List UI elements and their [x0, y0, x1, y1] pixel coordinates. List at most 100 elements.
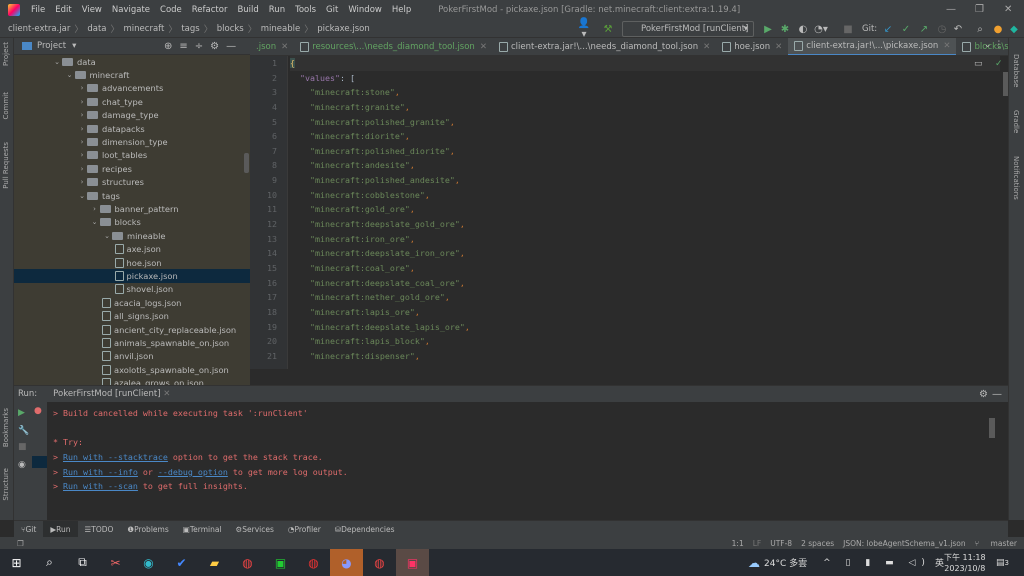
run-icon[interactable]: ▶ — [760, 21, 776, 37]
tree-item[interactable]: ancient_city_replaceable.json — [14, 323, 250, 336]
editor-tab[interactable]: client-extra.jar!\...\needs_diamond_tool… — [493, 38, 716, 55]
menu-window[interactable]: Window — [348, 5, 382, 15]
caret-position[interactable]: 1:1 — [732, 539, 744, 548]
coverage-icon[interactable]: ◐ — [795, 21, 811, 37]
reader-mode-icon[interactable]: ▭ — [974, 59, 983, 69]
tree-item[interactable]: › datapacks — [14, 122, 250, 135]
run-tree[interactable]: ● — [32, 402, 47, 521]
menu-build[interactable]: Build — [237, 5, 258, 15]
git-push-icon[interactable]: ↗ — [916, 21, 932, 37]
breadcrumb-item[interactable]: blocks — [217, 24, 244, 34]
breadcrumb-item[interactable]: client-extra.jar — [8, 24, 70, 34]
eye-icon[interactable]: ◉ — [14, 456, 32, 474]
breadcrumb-item[interactable]: tags — [181, 24, 199, 34]
project-tree[interactable]: ⌄ data ⌄ minecraft › advancements › chat_type › d… — [14, 55, 250, 385]
code-editor[interactable]: 1 2 3 4 5 6 7 8 9 10 11 12 13 14 15 16 17 18 19 20 21 { "val… — [250, 56, 1008, 369]
editor-tab[interactable]: client-extra.jar!\...\pickaxe.json ✕ — [788, 38, 957, 55]
bookmarks-tool-button[interactable]: Bookmarks — [2, 408, 10, 447]
tree-item[interactable]: › dimension_type — [14, 135, 250, 148]
chevron-down-icon[interactable]: ⌄ — [102, 232, 112, 240]
todo-icon[interactable]: ✔ — [165, 549, 198, 576]
tree-item[interactable]: hoe.json — [14, 256, 250, 269]
notifications-tool-button[interactable]: Notifications — [1012, 156, 1020, 200]
search-icon[interactable]: ⌕ — [33, 549, 66, 576]
tree-item[interactable]: › structures — [14, 176, 250, 189]
menu-tools[interactable]: Tools — [295, 5, 316, 15]
close-tab-icon[interactable]: ✕ — [480, 42, 487, 52]
breadcrumb-item[interactable]: data — [87, 24, 106, 34]
editor-tab[interactable]: hoe.json ✕ — [716, 38, 788, 55]
maximize-button[interactable]: ❐ — [975, 4, 984, 15]
inspection-ok-icon[interactable]: ✓ — [995, 59, 1003, 69]
tree-item[interactable]: ⌄ minecraft — [14, 68, 250, 81]
menu-code[interactable]: Code — [160, 5, 182, 15]
console-output[interactable]: > Build cancelled while executing task '… — [47, 402, 1002, 521]
info-link[interactable]: Run with --info — [63, 467, 138, 477]
layout-icon[interactable]: ❐ — [17, 539, 24, 548]
close-button[interactable]: ✕ — [1004, 4, 1012, 15]
weather-text[interactable]: 24°C 多雲 — [764, 556, 807, 569]
scan-link[interactable]: Run with --scan — [63, 481, 138, 491]
close-tab-icon[interactable]: ✕ — [281, 42, 288, 52]
tool-tab-git[interactable]: ⑂ Git — [14, 521, 43, 538]
line-icon[interactable]: ▣ — [264, 549, 297, 576]
notification-center-icon[interactable]: ▤ 3 — [996, 549, 1009, 576]
chevron-down-icon[interactable]: ⌄ — [65, 71, 75, 79]
tool-tab-dependencies[interactable]: ⛁ Dependencies — [328, 521, 402, 538]
tree-item[interactable]: animals_spawnable_on.json — [14, 336, 250, 349]
chevron-down-icon[interactable]: ⌄ — [77, 192, 87, 200]
project-tool-button[interactable]: Project — [2, 42, 10, 66]
chevron-right-icon[interactable]: › — [77, 138, 87, 146]
chrome-profile2-icon[interactable]: ◍ — [363, 549, 396, 576]
project-toolbar-icons[interactable]: ⊕≡÷⚙— — [164, 41, 243, 52]
chevron-right-icon[interactable]: › — [77, 178, 87, 186]
project-view-select[interactable]: Project — [37, 41, 66, 51]
chevron-right-icon[interactable]: › — [77, 111, 87, 119]
profile-icon[interactable]: ◔▾ — [813, 21, 829, 37]
build-hammer-icon[interactable]: ⚒ — [600, 21, 616, 37]
menu-help[interactable]: Help — [392, 5, 411, 15]
run-settings-icon[interactable]: ⚙ — [979, 389, 988, 400]
menu-edit[interactable]: Edit — [55, 5, 71, 15]
editor-tab[interactable]: resources\...\needs_diamond_tool.json ✕ — [294, 38, 493, 55]
debug-link[interactable]: --debug option — [158, 467, 228, 477]
tree-item[interactable]: azalea_grows_on.json — [14, 376, 250, 385]
commit-tool-button[interactable]: Commit — [2, 92, 10, 120]
json-schema[interactable]: JSON: lobeAgentSchema_v1.json — [843, 539, 965, 548]
tree-item[interactable]: › chat_type — [14, 95, 250, 108]
history-icon[interactable]: ◷ — [934, 21, 950, 37]
indent-setting[interactable]: 2 spaces — [801, 539, 834, 548]
run-config-select[interactable]: PokerFirstMod [runClient] ▾ — [622, 21, 754, 37]
minimize-button[interactable]: — — [946, 4, 956, 15]
menu-run[interactable]: Run — [269, 5, 285, 15]
breadcrumb-item[interactable]: mineable — [261, 24, 300, 34]
snipping-tool-icon[interactable]: ✂ — [99, 549, 132, 576]
tree-item[interactable]: all_signs.json — [14, 309, 250, 322]
close-tab-icon[interactable]: ✕ — [775, 42, 782, 52]
file-explorer-icon[interactable]: ▰ — [198, 549, 231, 576]
chevron-right-icon[interactable]: › — [90, 205, 100, 213]
tree-item[interactable]: ⌄ tags — [14, 189, 250, 202]
tree-item[interactable]: axolotls_spawnable_on.json — [14, 363, 250, 376]
tree-item[interactable]: › advancements — [14, 82, 250, 95]
chrome-icon[interactable]: ◍ — [231, 549, 264, 576]
task-view-icon[interactable]: ⧉ — [66, 549, 99, 576]
tool-tab-services[interactable]: ⚙ Services — [229, 521, 281, 538]
rerun-icon[interactable]: ▶ — [14, 402, 32, 424]
menu-refactor[interactable]: Refactor — [192, 5, 228, 15]
close-tab-icon[interactable]: ✕ — [703, 42, 710, 52]
tool-tab-profiler[interactable]: ◔ Profiler — [281, 521, 328, 538]
update-icon[interactable]: ● — [990, 21, 1006, 37]
search-icon[interactable]: ⌕ — [972, 21, 988, 37]
database-tool-button[interactable]: Database — [1012, 54, 1020, 87]
plugin-icon[interactable]: ◆ — [1006, 21, 1022, 37]
stacktrace-link[interactable]: Run with --stacktrace — [63, 452, 168, 462]
tree-item[interactable]: pickaxe.json — [14, 269, 250, 283]
tool-tab-todo[interactable]: ☰ TODO — [78, 521, 121, 538]
menu-view[interactable]: View — [82, 5, 102, 15]
git-update-icon[interactable]: ↙ — [880, 21, 896, 37]
git-commit-icon[interactable]: ✓ — [898, 21, 914, 37]
chrome-profile-icon[interactable]: ◍ — [297, 549, 330, 576]
run-tab[interactable]: PokerFirstMod [runClient] ✕ — [49, 389, 174, 399]
start-icon[interactable]: ⊞ — [0, 549, 33, 576]
